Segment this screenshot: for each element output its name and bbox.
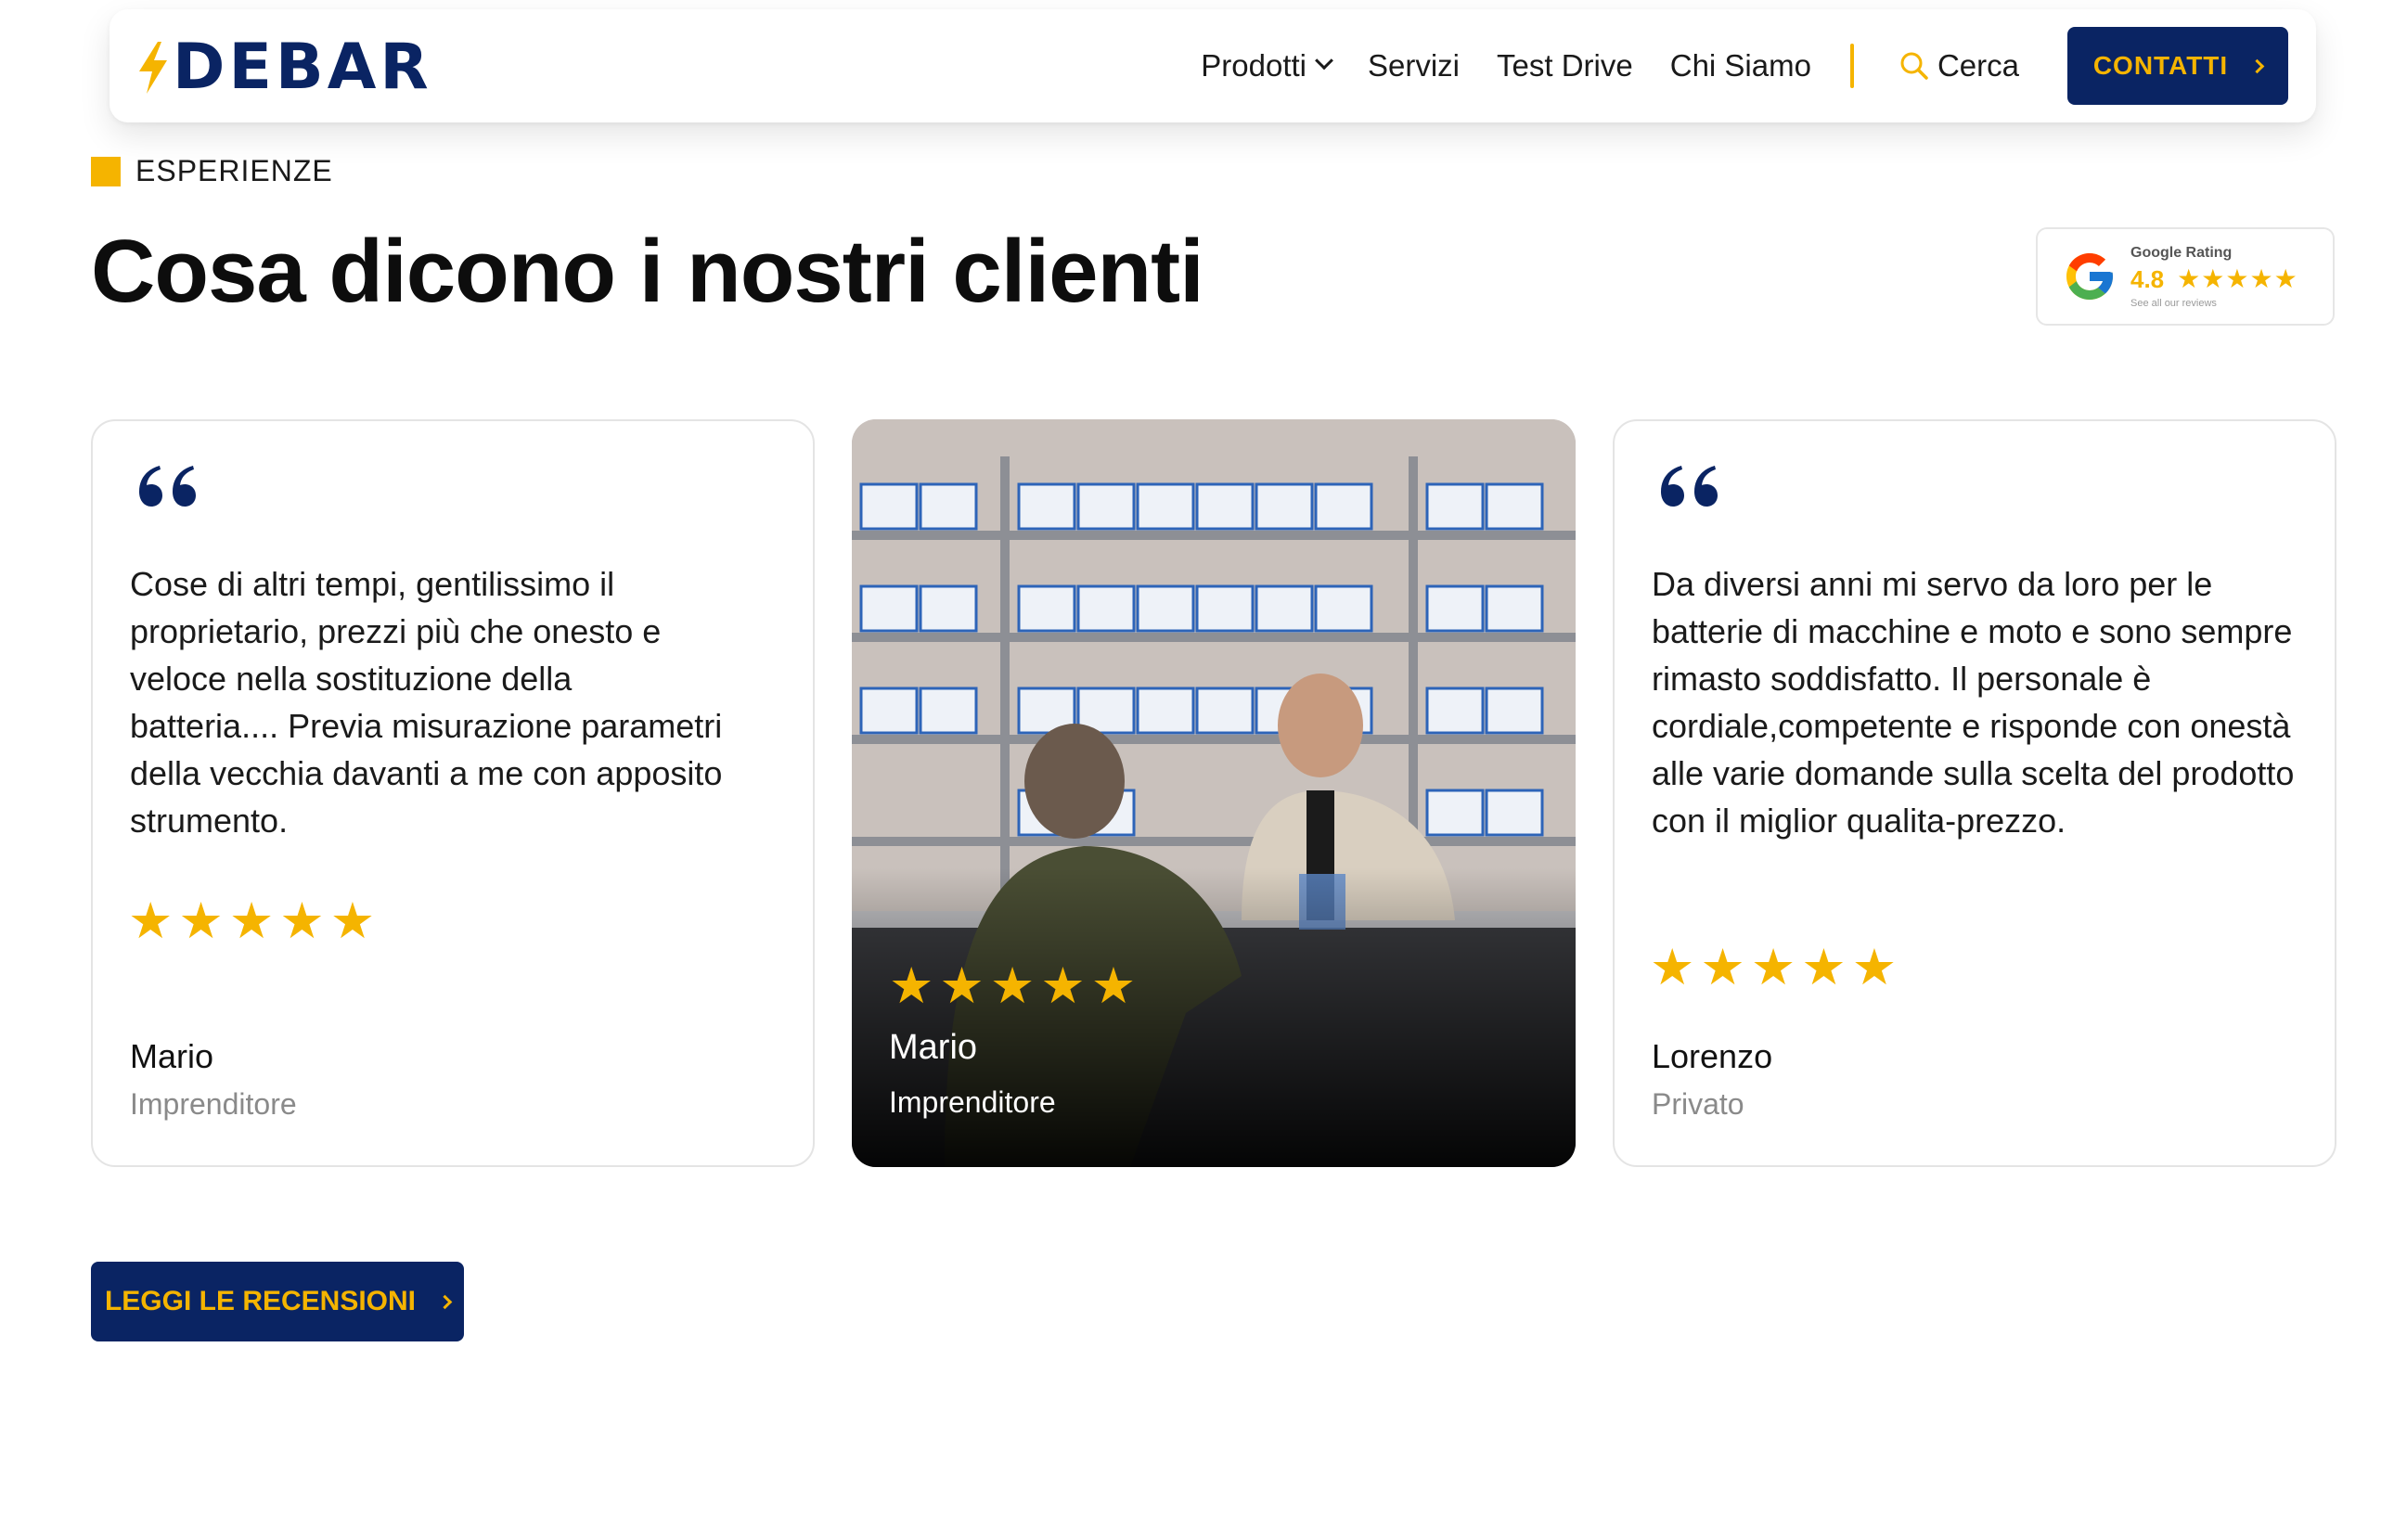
quote-icon [139, 466, 196, 507]
rating-stars: ★ ★ ★ ★ ★ [889, 961, 1141, 1011]
rating-stars: ★ ★ ★ ★ ★ [1650, 943, 1902, 993]
testimonial-text: Cose di altri tempi, gentilissimo il pro… [130, 565, 723, 840]
star-icon: ★ [178, 893, 224, 949]
contact-button-label: CONTATTI [2092, 51, 2229, 80]
star-icon: ★ [939, 958, 985, 1014]
testimonial-text: Da diversi anni mi servo da loro per le … [1652, 565, 2295, 840]
logo[interactable]: DEBAR [137, 33, 432, 102]
reviewer-name: Mario [130, 1037, 214, 1075]
section-title: Cosa dicono i nostri clienti [91, 222, 1204, 321]
chevron-right-icon [2249, 58, 2265, 73]
star-icon: ★ [1750, 940, 1796, 995]
search-button[interactable]: Cerca [1899, 48, 2019, 83]
google-g-icon [2066, 253, 2113, 300]
testimonial-card: Da diversi anni mi servo da loro per le … [1613, 419, 2336, 1167]
rating-stars: ★ ★ ★ ★ ★ [128, 896, 380, 946]
reviewer-name: Lorenzo [1652, 1037, 1773, 1075]
google-rating-label: Google Rating [2130, 244, 2233, 261]
star-icon: ★ [228, 893, 275, 949]
read-reviews-button[interactable]: LEGGI LE RECENSIONI [91, 1262, 464, 1341]
star-icon: ★ [889, 958, 934, 1014]
read-reviews-label: LEGGI LE RECENSIONI [104, 1286, 417, 1316]
eyebrow-label: ESPERIENZE [135, 154, 333, 187]
reviewer-name: Mario [889, 1028, 978, 1067]
star-icon: ★ [989, 958, 1036, 1014]
section-eyebrow: ESPERIENZE [91, 154, 333, 188]
search-label: Cerca [1937, 48, 2019, 83]
nav-item-label: Prodotti [1201, 48, 1306, 83]
testimonial-photo-card: ★ ★ ★ ★ ★ Mario Imprenditore [852, 419, 1576, 1167]
star-icon: ★ [1851, 940, 1898, 995]
google-rating-badge[interactable]: Google Rating 4.8 ★★★★★ See all our revi… [2036, 227, 2335, 326]
lightning-bolt-icon [139, 42, 167, 94]
chevron-down-icon [1315, 51, 1333, 71]
eyebrow-square [91, 156, 121, 186]
star-icon: ★ [329, 893, 376, 949]
reviewer-role: Imprenditore [130, 1087, 297, 1121]
star-icon: ★ [279, 893, 325, 949]
testimonial-card: Cose di altri tempi, gentilissimo il pro… [91, 419, 815, 1167]
star-icon: ★ [128, 893, 174, 949]
nav-divider [1849, 44, 1854, 88]
star-icon: ★ [1040, 958, 1086, 1014]
nav-item-servizi[interactable]: Servizi [1368, 48, 1460, 83]
google-rating-info: Google Rating 4.8 ★★★★★ See all our revi… [2130, 245, 2298, 309]
contact-button[interactable]: CONTATTI [2067, 27, 2288, 105]
nav-item-test-drive[interactable]: Test Drive [1497, 48, 1633, 83]
search-icon [1900, 52, 1928, 80]
nav-item-prodotti[interactable]: Prodotti [1201, 48, 1333, 83]
nav-item-label: Chi Siamo [1669, 48, 1811, 83]
nav-item-chi-siamo[interactable]: Chi Siamo [1670, 48, 1811, 83]
main-menu: Prodotti Servizi Test Drive Chi Siamo Ce… [1164, 9, 2019, 122]
navbar: DEBAR Prodotti Servizi Test Drive Chi Si… [109, 9, 2316, 122]
reviewer-role: Privato [1652, 1087, 1744, 1121]
google-rating-sub: See all our reviews [2130, 297, 2217, 309]
google-rating-value: 4.8 [2130, 264, 2165, 293]
star-icon: ★ [1801, 940, 1847, 995]
google-rating-stars: ★★★★★ [2177, 264, 2298, 293]
reviewer-role: Imprenditore [889, 1085, 1056, 1119]
star-icon: ★ [1650, 940, 1695, 995]
quote-icon [1661, 466, 1718, 507]
nav-item-label: Test Drive [1497, 48, 1633, 83]
logo-text: DEBAR [173, 31, 432, 104]
star-icon: ★ [1090, 958, 1137, 1014]
google-rating-row: 4.8 ★★★★★ [2130, 265, 2298, 294]
star-icon: ★ [1700, 940, 1745, 995]
nav-item-label: Servizi [1368, 48, 1461, 83]
chevron-right-icon [437, 1294, 453, 1309]
